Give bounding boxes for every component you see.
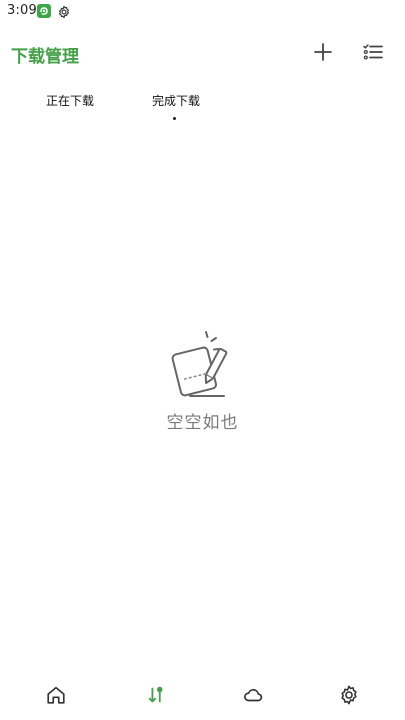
plus-icon <box>314 43 332 61</box>
nav-cloud[interactable] <box>242 684 264 706</box>
settings-status-icon <box>57 4 71 19</box>
empty-state-message: 空空如也 <box>166 413 239 433</box>
empty-state: 空空如也 <box>0 330 405 440</box>
download-tabs: 正在下载 完成下载 <box>0 88 405 120</box>
cloud-icon <box>244 689 263 702</box>
empty-notepad-icon <box>170 330 236 404</box>
app-notification-icon <box>37 4 51 18</box>
tab-downloading[interactable]: 正在下载 <box>46 92 94 109</box>
active-tab-indicator <box>173 117 176 120</box>
status-time: 3:09 <box>7 3 37 18</box>
nav-home[interactable] <box>45 684 67 706</box>
status-bar: 3:09 <box>0 0 405 22</box>
nav-downloads[interactable] <box>146 684 168 706</box>
settings-icon <box>341 685 357 705</box>
bottom-navigation <box>0 672 405 720</box>
download-manager-screen: 3:09 下载管理 正在下载 完成下载 空空如也 <box>0 0 405 720</box>
task-list-button[interactable] <box>361 40 385 64</box>
page-title: 下载管理 <box>11 47 79 67</box>
app-header: 下载管理 <box>0 30 405 74</box>
add-download-button[interactable] <box>311 40 335 64</box>
nav-settings[interactable] <box>338 684 360 706</box>
transfer-icon <box>148 686 163 703</box>
tab-completed[interactable]: 完成下载 <box>152 92 200 109</box>
checklist-icon <box>363 44 383 60</box>
home-icon <box>47 686 65 704</box>
